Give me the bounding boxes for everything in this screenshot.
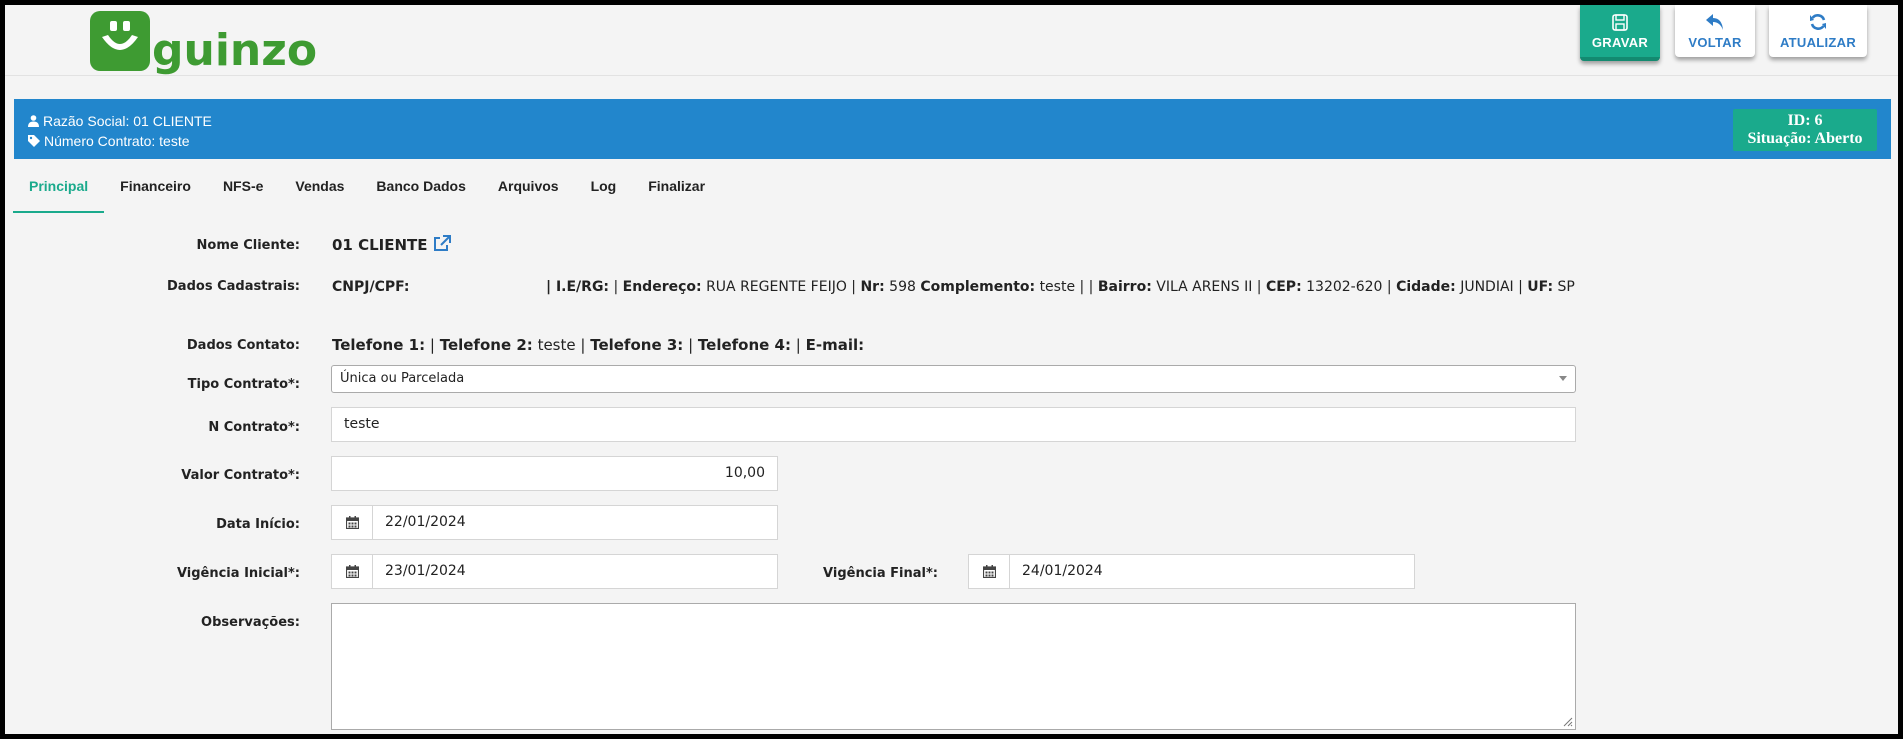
- contract-banner: Razão Social: 01 CLIENTE Número Contrato…: [14, 99, 1891, 159]
- vigencia-final-input[interactable]: 24/01/2024: [968, 554, 1415, 589]
- tab-log[interactable]: Log: [575, 164, 633, 211]
- tab-banco-dados[interactable]: Banco Dados: [360, 164, 481, 211]
- calendar-icon[interactable]: [332, 555, 373, 588]
- cnpj-label: CNPJ/CPF:: [332, 279, 410, 295]
- dados-contato-value: Telefone 1: | Telefone 2: teste | Telefo…: [332, 336, 864, 354]
- back-button[interactable]: VOLTAR: [1675, 5, 1755, 57]
- uf-label: UF:: [1527, 279, 1554, 295]
- bairro-value: VILA ARENS II |: [1156, 279, 1262, 295]
- numero-contrato-text: Número Contrato: teste: [44, 133, 190, 149]
- data-inicio-value: 22/01/2024: [385, 514, 466, 530]
- razao-social-text: Razão Social: 01 CLIENTE: [43, 113, 212, 129]
- cidade-value: JUNDIAI |: [1460, 279, 1523, 295]
- separator: |: [851, 279, 857, 295]
- tel2-label: Telefone 2:: [439, 336, 533, 354]
- top-bar: guinzo GRAVAR VOLTAR ATUALIZAR: [5, 5, 1898, 76]
- data-inicio-label: Data Início:: [216, 517, 300, 532]
- tipo-contrato-value: Única ou Parcelada: [340, 371, 465, 386]
- cep-value: 13202-620 |: [1306, 279, 1392, 295]
- tab-arquivos[interactable]: Arquivos: [482, 164, 575, 211]
- valor-contrato-input[interactable]: 10,00: [331, 456, 778, 491]
- vigencia-inicial-label: Vigência Inicial*:: [176, 566, 300, 581]
- observacoes-textarea[interactable]: [331, 603, 1576, 730]
- nome-cliente-value: 01 CLIENTE: [332, 234, 451, 254]
- app-window: guinzo GRAVAR VOLTAR ATUALIZAR Razão Soc…: [5, 5, 1898, 734]
- chevron-down-icon: [1559, 376, 1567, 381]
- ie-label: | I.E/RG:: [545, 279, 610, 295]
- dados-contato-label: Dados Contato:: [186, 338, 300, 353]
- vigencia-final-value: 24/01/2024: [1022, 563, 1103, 579]
- smiley-logo-icon: [90, 11, 150, 71]
- save-label: GRAVAR: [1591, 35, 1649, 50]
- valor-contrato-value: 10,00: [724, 465, 765, 481]
- separator: |: [688, 336, 694, 354]
- tab-vendas[interactable]: Vendas: [279, 164, 360, 211]
- observacoes-label: Observações:: [201, 615, 300, 630]
- tipo-contrato-label: Tipo Contrato*:: [187, 377, 300, 392]
- tel1-label: Telefone 1:: [332, 336, 426, 354]
- vigencia-inicial-value: 23/01/2024: [385, 563, 466, 579]
- n-contrato-value: teste: [344, 416, 380, 432]
- save-button[interactable]: GRAVAR: [1580, 5, 1660, 61]
- endereco-label: Endereço:: [622, 279, 702, 295]
- calendar-icon[interactable]: [969, 555, 1010, 588]
- tab-bar: Principal Financeiro NFS-e Vendas Banco …: [13, 164, 721, 213]
- tab-principal[interactable]: Principal: [13, 164, 105, 213]
- user-icon: [28, 115, 39, 127]
- guinzo-logo[interactable]: guinzo: [90, 5, 317, 75]
- logo-text: guinzo: [152, 25, 318, 76]
- dados-cadastrais-value: CNPJ/CPF: | I.E/RG: | Endereço: RUA REGE…: [332, 277, 1582, 297]
- separator: |: [613, 279, 619, 295]
- n-contrato-input[interactable]: teste: [331, 407, 1576, 442]
- numero-contrato-line: Número Contrato: teste: [28, 133, 190, 149]
- status-badge: ID: 6 Situação: Aberto: [1733, 109, 1877, 151]
- tab-finalizar[interactable]: Finalizar: [632, 164, 721, 211]
- bairro-label: Bairro:: [1097, 279, 1152, 295]
- reply-icon: [1705, 12, 1725, 32]
- dados-cadastrais-label: Dados Cadastrais:: [167, 279, 300, 294]
- refresh-icon: [1809, 12, 1827, 32]
- tipo-contrato-select[interactable]: Única ou Parcelada: [331, 365, 1576, 393]
- nr-value: 598: [889, 279, 916, 295]
- tab-financeiro[interactable]: Financeiro: [104, 164, 207, 211]
- back-label: VOLTAR: [1688, 35, 1742, 50]
- tel3-label: Telefone 3:: [590, 336, 684, 354]
- contract-id: ID: 6: [1787, 112, 1823, 129]
- data-inicio-input[interactable]: 22/01/2024: [331, 505, 778, 540]
- tel4-label: Telefone 4:: [697, 336, 791, 354]
- external-link-icon[interactable]: [433, 234, 451, 252]
- client-name: 01 CLIENTE: [332, 236, 428, 254]
- uf-value: SP: [1557, 279, 1575, 295]
- calendar-icon[interactable]: [332, 506, 373, 539]
- complemento-label: Complemento:: [920, 279, 1036, 295]
- tab-nfs-e[interactable]: NFS-e: [207, 164, 279, 211]
- contract-situation: Situação: Aberto: [1747, 130, 1863, 147]
- resize-handle-icon[interactable]: [1561, 715, 1573, 727]
- refresh-button[interactable]: ATUALIZAR: [1769, 5, 1867, 57]
- n-contrato-label: N Contrato*:: [208, 420, 300, 435]
- vigencia-final-label: Vigência Final*:: [823, 566, 938, 581]
- tag-icon: [28, 135, 40, 147]
- separator: |: [429, 336, 435, 354]
- tel2-value: teste |: [537, 336, 586, 354]
- razao-social-line: Razão Social: 01 CLIENTE: [28, 113, 212, 129]
- valor-contrato-label: Valor Contrato*:: [181, 468, 300, 483]
- complemento-value: teste | |: [1039, 279, 1094, 295]
- cep-label: CEP:: [1265, 279, 1302, 295]
- email-label: E-mail:: [805, 336, 865, 354]
- nr-label: Nr:: [860, 279, 885, 295]
- save-icon: [1612, 12, 1628, 32]
- endereco-value: RUA REGENTE FEIJO: [706, 279, 847, 295]
- refresh-label: ATUALIZAR: [1779, 35, 1857, 50]
- separator: |: [795, 336, 801, 354]
- nome-cliente-label: Nome Cliente:: [196, 238, 300, 253]
- cidade-label: Cidade:: [1396, 279, 1456, 295]
